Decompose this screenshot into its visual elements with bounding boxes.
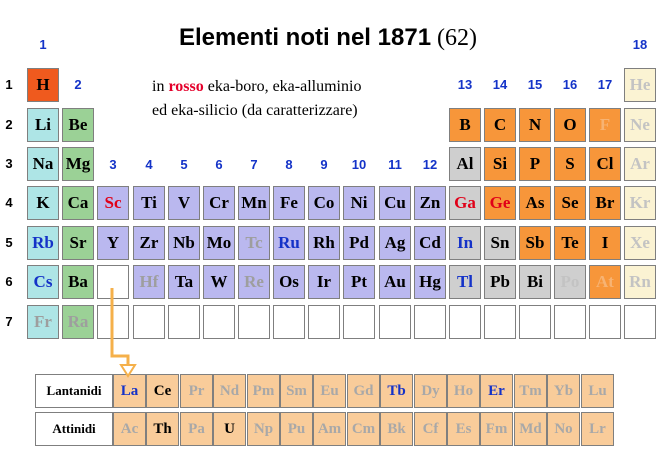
series-arrow-head bbox=[119, 364, 137, 378]
series-arrow-line bbox=[110, 288, 130, 370]
series-arrow bbox=[110, 288, 137, 378]
